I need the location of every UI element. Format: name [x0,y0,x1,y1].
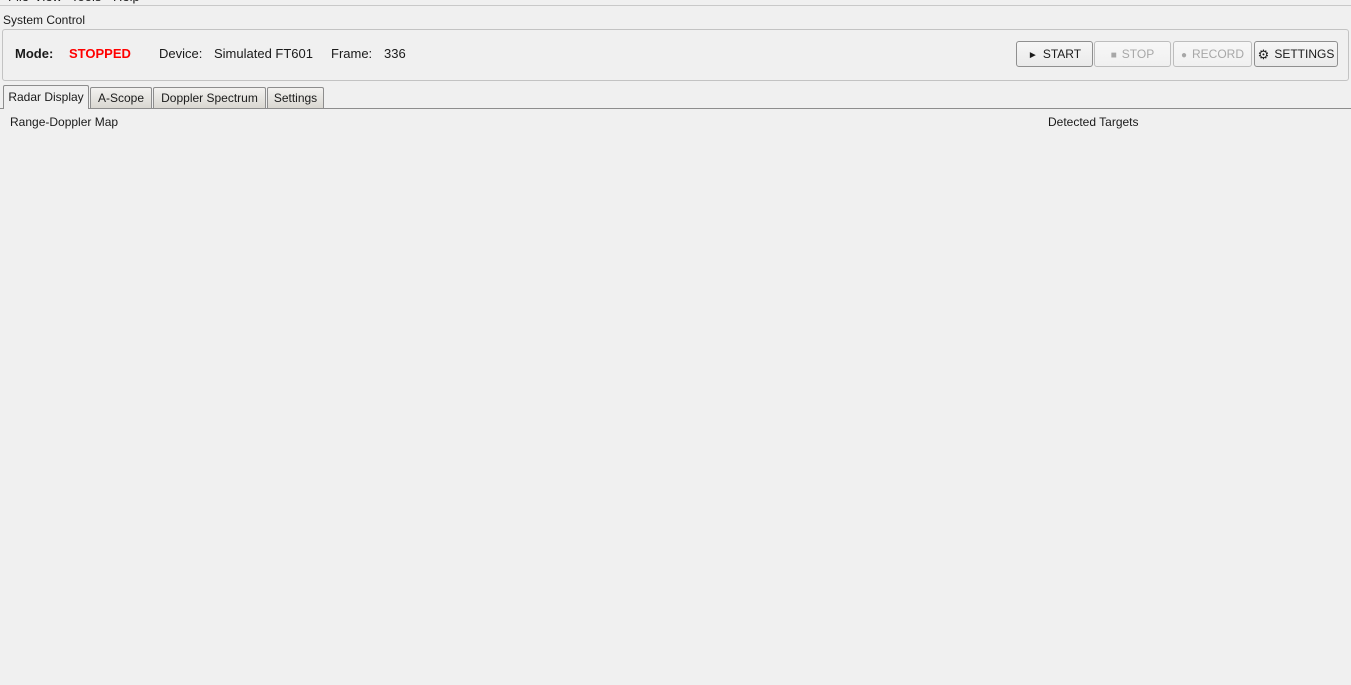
menubar: File View Tools Help [0,0,1351,6]
tab-radar-display[interactable]: Radar Display [3,85,89,109]
record-button[interactable]: ● RECORD [1173,41,1252,67]
menu-item-tools[interactable]: Tools [71,0,101,4]
range-doppler-map-label: Range-Doppler Map [10,115,119,129]
tab-settings[interactable]: Settings [267,87,324,108]
mode-value: STOPPED [69,46,131,61]
button-label: STOP [1121,47,1155,61]
frame-label: Frame: [331,46,373,61]
menu-item-view[interactable]: View [34,0,62,4]
button-label: RECORD [1192,47,1245,61]
menu-item-help[interactable]: Help [113,0,140,4]
system-control-group: Mode: STOPPED Device: Simulated FT601 Fr… [2,29,1349,81]
gear-icon: ⚙ [1257,47,1270,62]
device-value: Simulated FT601 [214,46,313,61]
menu-item-file[interactable]: File [8,0,29,4]
device-label: Device: [159,46,203,61]
play-icon: ► [1027,49,1038,61]
stop-button[interactable]: ■ STOP [1094,41,1171,67]
tab-content: Range-Doppler Map Detected Targets [0,108,1351,685]
mode-label: Mode: [15,46,54,61]
start-button[interactable]: ► START [1016,41,1093,67]
tab-a-scope[interactable]: A-Scope [90,87,152,108]
button-label: START [1042,47,1082,61]
system-control-group-title: System Control [3,13,86,27]
settings-button[interactable]: ⚙ SETTINGS [1254,41,1338,67]
tab-doppler-spectrum[interactable]: Doppler Spectrum [153,87,266,108]
record-icon: ● [1180,49,1188,61]
frame-value: 336 [384,46,406,61]
detected-targets-label: Detected Targets [1048,115,1139,129]
stop-icon: ■ [1110,49,1117,61]
button-label: SETTINGS [1274,47,1335,61]
